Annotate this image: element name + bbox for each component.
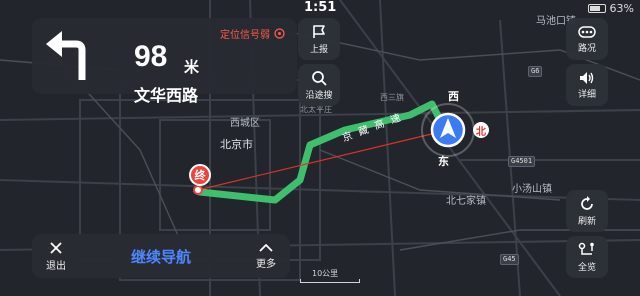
- road-tag-g6: G6: [528, 66, 543, 77]
- chevron-up-icon: [259, 243, 273, 252]
- traffic-label: 路况: [577, 43, 596, 54]
- destination-dot: [193, 185, 203, 195]
- detail-button[interactable]: 详细: [566, 64, 608, 106]
- map-scale-label: 10公里: [312, 269, 339, 278]
- more-label: 更多: [256, 258, 276, 270]
- speaker-icon: [580, 71, 594, 84]
- status-time: 1:51: [304, 0, 337, 15]
- next-road-name: 文华西路: [134, 86, 199, 105]
- more-dots-icon: [578, 25, 596, 38]
- road-tag-g4501: G4501: [508, 156, 536, 167]
- turn-guidance-card: 98 米 文华西路 定位信号弱: [32, 18, 297, 105]
- battery-percent: 63%: [609, 2, 634, 15]
- turn-left-icon: [46, 31, 86, 80]
- continue-navigation-button[interactable]: 继续导航: [94, 246, 228, 267]
- report-icon: [313, 24, 325, 38]
- compass-north-badge: 北: [473, 122, 489, 138]
- report-label: 上报: [309, 44, 328, 55]
- gps-weak-warning: 定位信号弱: [220, 26, 285, 41]
- refresh-button[interactable]: 刷新: [566, 190, 608, 232]
- search-icon: [312, 70, 327, 86]
- search-along-label: 沿途搜: [305, 90, 333, 101]
- route-overview-icon: [578, 242, 594, 255]
- overview-label: 全览: [577, 262, 596, 273]
- overview-button[interactable]: 全览: [566, 236, 608, 278]
- more-button[interactable]: 更多: [246, 238, 286, 274]
- detail-label: 详细: [577, 89, 596, 100]
- battery-icon: [587, 4, 606, 13]
- refresh-icon: [581, 195, 593, 210]
- road-tag-g45: G45: [500, 254, 519, 265]
- map-label-xicheng: 西城区: [230, 118, 260, 129]
- refresh-label: 刷新: [577, 216, 596, 227]
- turn-distance: 98: [134, 40, 168, 73]
- compass-west-label: 西: [448, 90, 459, 103]
- gps-signal-icon: [274, 28, 285, 39]
- exit-button[interactable]: 退出: [36, 238, 76, 274]
- gps-warning-text: 定位信号弱: [220, 30, 270, 41]
- search-along-button[interactable]: 沿途搜: [298, 64, 340, 106]
- turn-distance-unit: 米: [184, 58, 200, 76]
- exit-label: 退出: [46, 260, 66, 272]
- map-label-xiaotangshan: 小汤山镇: [512, 184, 552, 195]
- map-scale-bar: [300, 279, 360, 283]
- report-button[interactable]: 上报: [298, 18, 340, 60]
- map-label-beiqijia: 北七家镇: [446, 196, 486, 207]
- map-label-beijing: 北京市: [220, 138, 253, 151]
- compass-east-label: 东: [438, 155, 449, 168]
- traffic-button[interactable]: 路况: [566, 18, 608, 60]
- battery-indicator: 63%: [587, 2, 634, 15]
- destination-badge: 终: [189, 164, 211, 186]
- map-label-xisanqi: 西三旗: [380, 93, 404, 102]
- close-icon: [50, 241, 62, 254]
- status-bar: 1:51 63%: [0, 0, 640, 16]
- bottom-nav-bar: 退出 继续导航 更多: [32, 234, 290, 278]
